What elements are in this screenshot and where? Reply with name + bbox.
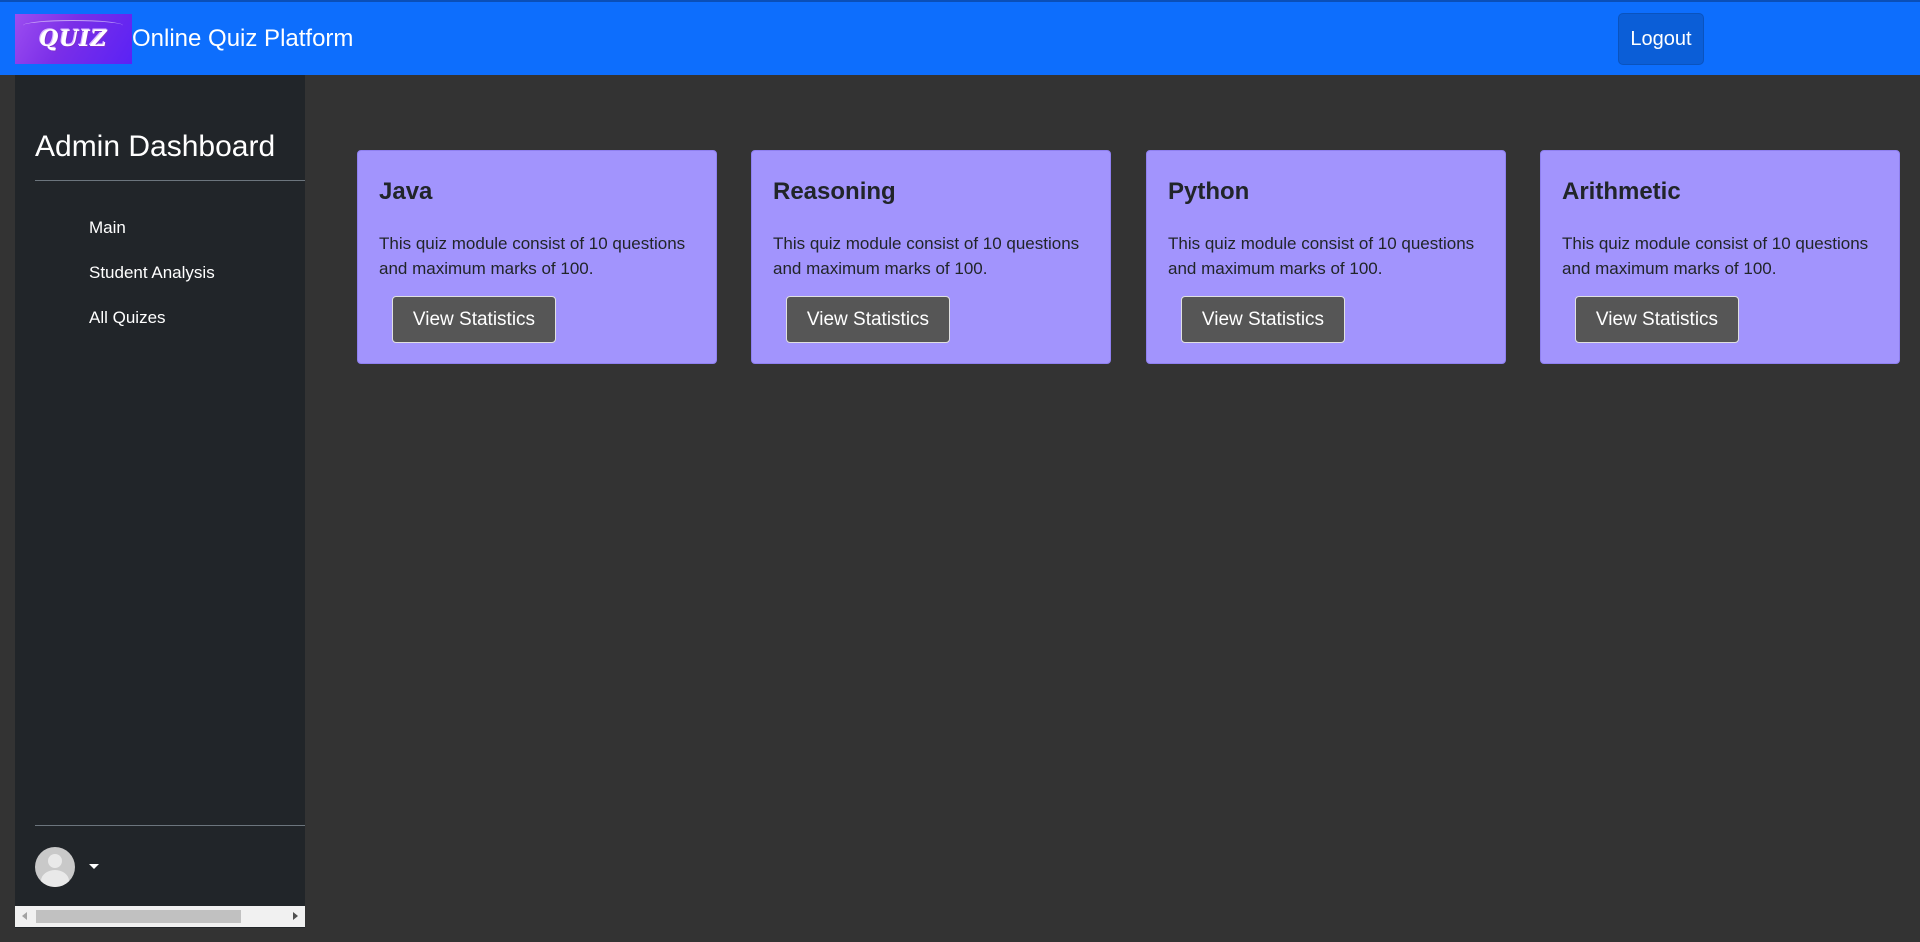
- quiz-card-reasoning: Reasoning This quiz module consist of 10…: [751, 150, 1111, 364]
- user-avatar-icon[interactable]: [35, 847, 75, 887]
- sidebar-item-student-analysis[interactable]: Student Analysis: [89, 262, 215, 284]
- card-title: Java: [379, 178, 433, 205]
- sidebar-divider: [35, 180, 305, 181]
- avatar-body-shape: [41, 870, 69, 887]
- sidebar-horizontal-scrollbar[interactable]: [15, 906, 305, 927]
- card-title: Reasoning: [773, 178, 896, 205]
- quiz-logo[interactable]: QUIZ: [15, 14, 132, 64]
- scrollbar-thumb[interactable]: [36, 910, 241, 923]
- view-statistics-button[interactable]: View Statistics: [392, 296, 556, 343]
- quiz-card-arithmetic: Arithmetic This quiz module consist of 1…: [1540, 150, 1900, 364]
- view-statistics-button[interactable]: View Statistics: [1575, 296, 1739, 343]
- quiz-card-python: Python This quiz module consist of 10 qu…: [1146, 150, 1506, 364]
- quiz-card-java: Java This quiz module consist of 10 ques…: [357, 150, 717, 364]
- sidebar-bottom-divider: [35, 825, 305, 826]
- card-title: Arithmetic: [1562, 178, 1681, 205]
- card-description: This quiz module consist of 10 questions…: [773, 234, 1080, 278]
- card-description: This quiz module consist of 10 questions…: [1168, 234, 1475, 278]
- card-description: This quiz module consist of 10 questions…: [379, 234, 686, 278]
- avatar-head-shape: [48, 854, 62, 868]
- scroll-left-arrow-icon[interactable]: [22, 912, 27, 920]
- top-navbar: QUIZ Online Quiz Platform Logout: [0, 0, 1920, 75]
- logout-button[interactable]: Logout: [1618, 13, 1704, 65]
- card-description: This quiz module consist of 10 questions…: [1562, 234, 1869, 278]
- view-statistics-button[interactable]: View Statistics: [786, 296, 950, 343]
- scroll-right-arrow-icon[interactable]: [293, 912, 298, 920]
- view-statistics-button[interactable]: View Statistics: [1181, 296, 1345, 343]
- sidebar-title: Admin Dashboard: [35, 130, 276, 163]
- card-title: Python: [1168, 178, 1250, 205]
- sidebar-item-all-quizes[interactable]: All Quizes: [89, 307, 166, 329]
- sidebar: Admin Dashboard Main Student Analysis Al…: [15, 75, 305, 928]
- sidebar-item-main[interactable]: Main: [89, 217, 126, 239]
- brand-title[interactable]: Online Quiz Platform: [132, 24, 353, 54]
- caret-down-icon[interactable]: [89, 864, 99, 869]
- logo-swoosh-decoration: [23, 20, 123, 31]
